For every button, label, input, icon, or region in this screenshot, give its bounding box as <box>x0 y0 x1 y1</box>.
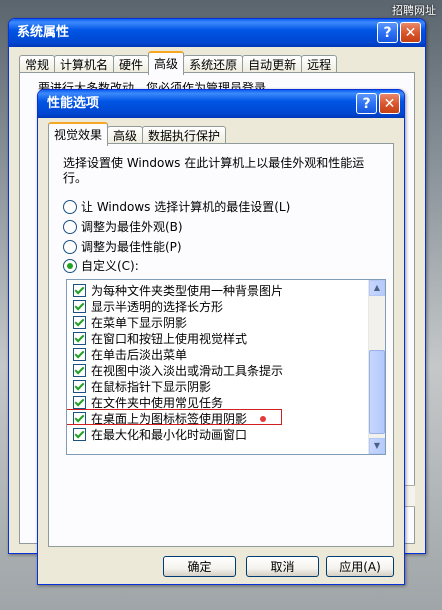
radio-best-performance[interactable]: 调整为最佳性能(P) <box>63 238 182 255</box>
checkbox[interactable] <box>73 299 86 313</box>
system-properties-titlebar[interactable]: 系统属性 ? ✕ <box>9 19 425 47</box>
radio-best-appearance[interactable]: 调整为最佳外观(B) <box>63 218 183 235</box>
red-marker-dot <box>260 416 266 422</box>
effect-item[interactable]: 为每种文件夹类型使用一种背景图片 <box>67 282 368 298</box>
performance-options-title: 性能选项 <box>47 96 100 111</box>
radio-label: 调整为最佳性能(P) <box>81 240 182 254</box>
visual-effects-panel: 选择设置使 Windows 在此计算机上以最佳外观和性能运 行。 让 Windo… <box>48 143 394 547</box>
effect-item[interactable]: 在鼠标指针下显示阴影 <box>67 378 368 394</box>
ok-button[interactable]: 确定 <box>163 556 236 577</box>
apply-button[interactable]: 应用(A) <box>326 556 394 577</box>
radio-let-windows-choose[interactable]: 让 Windows 选择计算机的最佳设置(L) <box>63 198 290 215</box>
watermark-text: 招聘网址 <box>392 4 436 17</box>
radio-label: 调整为最佳外观(B) <box>81 220 183 234</box>
effect-item[interactable]: 在窗口和按钮上使用视觉样式 <box>67 330 368 346</box>
radio-circle <box>63 199 77 214</box>
effect-item[interactable]: 显示半透明的选择长方形 <box>67 298 368 314</box>
description-line-2: 行。 <box>63 171 88 185</box>
checkbox[interactable] <box>73 347 86 361</box>
effect-label: 在鼠标指针下显示阴影 <box>91 379 212 394</box>
scroll-down-arrow-icon[interactable]: ▼ <box>369 438 385 454</box>
radio-label: 让 Windows 选择计算机的最佳设置(L) <box>81 200 291 214</box>
effect-label: 在窗口和按钮上使用视觉样式 <box>91 331 248 346</box>
effects-items: 为每种文件夹类型使用一种背景图片 显示半透明的选择长方形 在菜单下显示阴影 在窗… <box>67 280 368 442</box>
radio-label: 自定义(C): <box>81 259 139 273</box>
checkbox[interactable] <box>73 331 86 345</box>
checkbox[interactable] <box>73 379 86 393</box>
checkbox[interactable] <box>73 315 86 329</box>
performance-options-titlebar[interactable]: 性能选项 ? ✕ <box>38 90 404 118</box>
visual-effects-list[interactable]: 为每种文件夹类型使用一种背景图片 显示半透明的选择长方形 在菜单下显示阴影 在窗… <box>66 279 386 455</box>
effect-label: 在最大化和最小化时动画窗口 <box>91 427 248 442</box>
effect-item-highlighted[interactable]: 在桌面上为图标标签使用阴影 <box>67 409 368 426</box>
checkbox[interactable] <box>73 395 86 409</box>
effect-item[interactable]: 在视图中淡入淡出或滑动工具条提示 <box>67 362 368 378</box>
close-button[interactable]: ✕ <box>379 93 400 114</box>
effect-label: 在菜单下显示阴影 <box>91 315 188 330</box>
checkbox[interactable] <box>73 427 86 441</box>
effect-item[interactable]: 在单击后淡出菜单 <box>67 346 368 362</box>
effect-item[interactable]: 在文件夹中使用常见任务 <box>67 394 368 410</box>
close-button[interactable]: ✕ <box>400 22 421 43</box>
radio-custom[interactable]: 自定义(C): <box>63 257 139 274</box>
effects-scrollbar[interactable]: ▲ ▼ <box>368 280 385 454</box>
scroll-thumb[interactable] <box>369 350 385 434</box>
effect-label: 在文件夹中使用常见任务 <box>91 395 224 410</box>
help-button[interactable]: ? <box>356 93 377 114</box>
checkbox[interactable] <box>73 363 86 377</box>
tab-advanced[interactable]: 高级 <box>148 51 185 75</box>
effect-item[interactable]: 在菜单下显示阴影 <box>67 314 368 330</box>
effect-label: 在单击后淡出菜单 <box>91 347 188 362</box>
checkbox[interactable] <box>73 283 86 297</box>
description-line-1: 选择设置使 Windows 在此计算机上以最佳外观和性能运 <box>63 156 365 170</box>
radio-circle <box>63 219 77 234</box>
tab-visual-effects[interactable]: 视觉效果 <box>48 122 109 146</box>
effect-label: 为每种文件夹类型使用一种背景图片 <box>91 283 284 298</box>
effect-item[interactable]: 在最大化和最小化时动画窗口 <box>67 426 368 442</box>
effect-label: 在视图中淡入淡出或滑动工具条提示 <box>91 363 284 378</box>
radio-circle-selected <box>63 258 77 273</box>
radio-circle <box>63 239 77 254</box>
help-button[interactable]: ? <box>377 22 398 43</box>
cancel-button[interactable]: 取消 <box>246 556 319 577</box>
scroll-up-arrow-icon[interactable]: ▲ <box>369 280 385 296</box>
effect-label: 显示半透明的选择长方形 <box>91 299 224 314</box>
performance-options-dialog: 性能选项 ? ✕ 视觉效果 高级 数据执行保护 选择设置使 Windows 在此… <box>37 89 405 585</box>
system-properties-title: 系统属性 <box>17 25 70 40</box>
red-highlight-box <box>67 409 282 425</box>
